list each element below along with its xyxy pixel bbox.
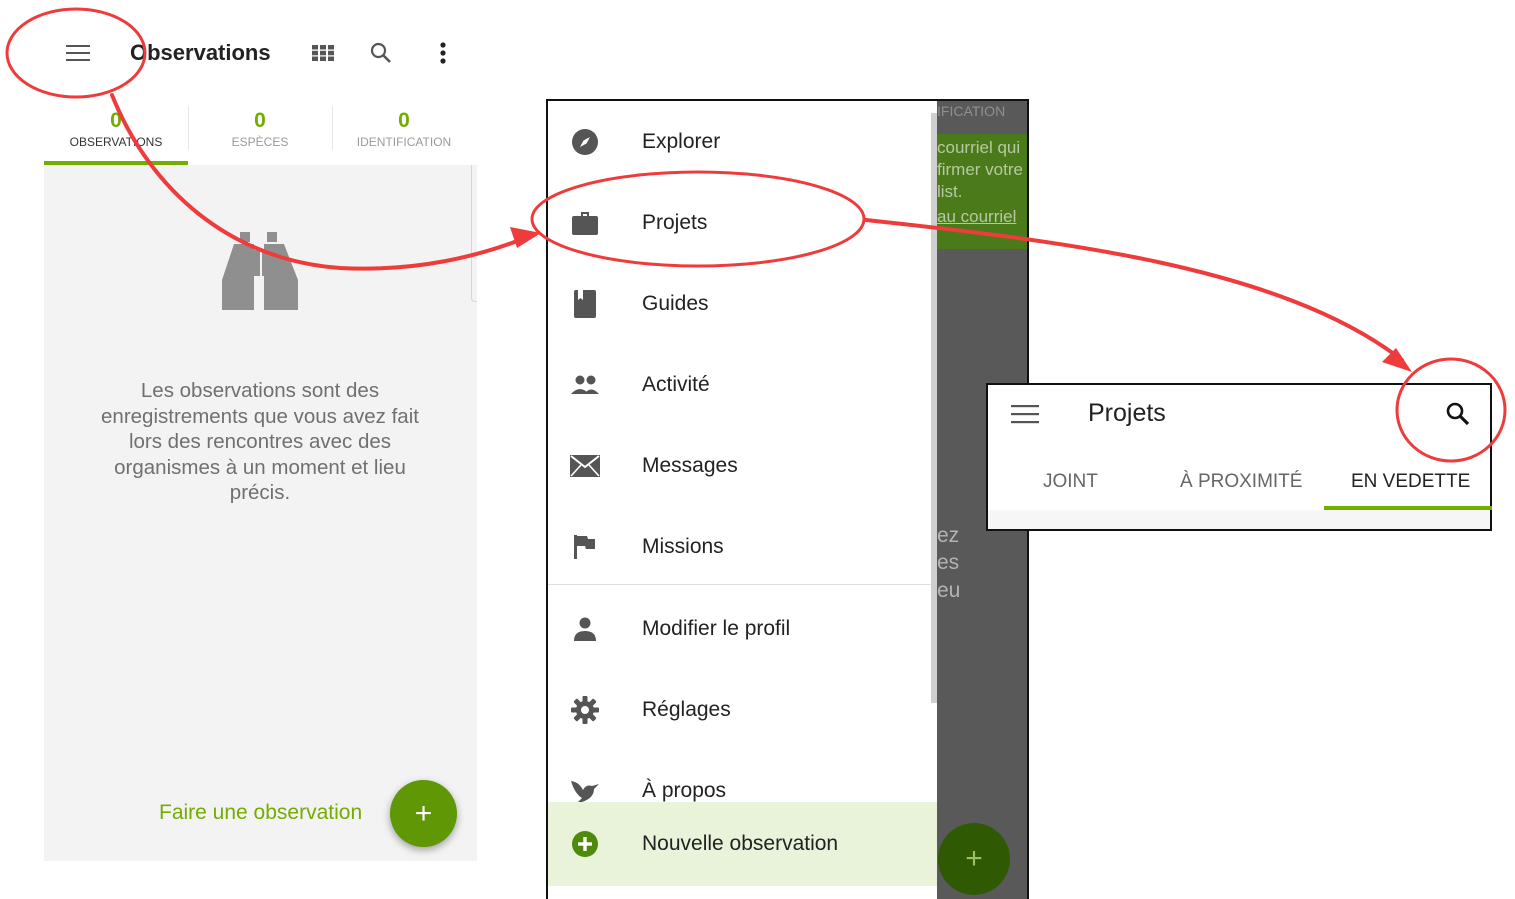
briefcase-icon — [570, 208, 600, 238]
drawer-item-explorer[interactable]: Explorer — [548, 101, 937, 182]
drawer-item-label: Missions — [642, 534, 724, 558]
plus-icon: + — [965, 842, 983, 875]
page-title: Observations — [130, 40, 271, 65]
tab-identification[interactable]: 0 IDENTIFICATION — [332, 104, 476, 164]
plus-icon: + — [414, 796, 433, 830]
drawer-item-guides[interactable]: Guides — [548, 263, 937, 344]
tab-en-vedette[interactable]: EN VEDETTE — [1351, 471, 1470, 493]
drawer-item-projets[interactable]: Projets — [548, 182, 937, 263]
gear-icon — [570, 695, 600, 725]
arrowhead-search — [1382, 348, 1412, 372]
projects-screen: Projets JOINT À PROXIMITÉ EN VEDETTE — [986, 383, 1492, 531]
background-notice-link: au courriel — [937, 207, 1017, 226]
drawer-scrollbar[interactable] — [931, 113, 937, 703]
tab-a-proximite[interactable]: À PROXIMITÉ — [1180, 471, 1302, 493]
drawer-item-label: Modifier le profil — [642, 616, 791, 640]
drawer-item-label: Activité — [642, 372, 710, 396]
make-observation-link[interactable]: Faire une observation — [159, 801, 362, 825]
observations-tab-bar: 0 OBSERVATIONS 0 ESPÈCES 0 IDENTIFICATIO… — [44, 104, 477, 164]
drawer-item-label: À propos — [642, 778, 727, 802]
drawer-item-activite[interactable]: Activité — [548, 344, 937, 425]
tab-joint[interactable]: JOINT — [1043, 471, 1098, 493]
tab-count: 0 — [398, 109, 410, 132]
drawer-item-label: Nouvelle observation — [642, 831, 839, 855]
empty-state-text: Les observations sont des enregistrement… — [101, 379, 419, 504]
tab-label: ESPÈCES — [231, 135, 289, 149]
tab-count: 0 — [110, 109, 122, 132]
search-icon[interactable] — [366, 38, 396, 68]
hamburger-menu-icon[interactable] — [62, 38, 94, 68]
more-vert-icon[interactable] — [432, 38, 454, 68]
background-notice-text: list. — [937, 182, 963, 201]
binoculars-icon — [220, 228, 300, 312]
tab-label: IDENTIFICATION — [356, 135, 452, 149]
tab-especes[interactable]: 0 ESPÈCES — [188, 104, 332, 164]
drawer-item-nouvelle-observation[interactable]: Nouvelle observation — [548, 803, 937, 884]
background-body-text: ez — [937, 524, 960, 547]
mail-icon — [570, 451, 600, 481]
tab-observations[interactable]: 0 OBSERVATIONS — [44, 104, 188, 164]
background-body-text: es — [937, 551, 960, 574]
background-notice-text: firmer votre — [937, 160, 1023, 179]
background-body-text: eu — [937, 579, 961, 602]
search-icon[interactable] — [1443, 399, 1473, 429]
drawer-item-label: Messages — [642, 453, 738, 477]
hamburger-menu-icon[interactable] — [1010, 401, 1040, 427]
tab-label: OBSERVATIONS — [69, 135, 163, 149]
person-icon — [570, 614, 600, 644]
observations-app-bar: Observations — [0, 0, 480, 105]
background-notice-text: courriel qui — [937, 138, 1021, 157]
drawer-item-label: Guides — [642, 291, 709, 315]
navigation-drawer-screen: IFICATION courriel qui firmer votre list… — [546, 99, 1029, 899]
add-circle-icon — [570, 829, 600, 859]
drawer-item-reglages[interactable]: Réglages — [548, 669, 937, 750]
drawer-item-label: Explorer — [642, 129, 721, 153]
add-observation-button[interactable]: + — [390, 780, 457, 847]
compass-icon — [570, 127, 600, 157]
content-area-top — [988, 510, 1490, 529]
tab-count: 0 — [254, 109, 266, 132]
drawer-item-messages[interactable]: Messages — [548, 425, 937, 506]
grid-view-icon[interactable] — [309, 40, 337, 66]
background-tab-label: IFICATION — [937, 103, 1006, 119]
page-title: Projets — [1088, 399, 1166, 427]
drawer-menu: Explorer Projets Guides Activité Message… — [548, 101, 937, 899]
drawer-item-modifier-profil[interactable]: Modifier le profil — [548, 588, 937, 669]
book-icon — [570, 289, 600, 319]
drawer-item-missions[interactable]: Missions — [548, 506, 937, 587]
flag-icon — [570, 532, 600, 562]
people-icon — [570, 370, 600, 400]
scroll-edge — [471, 165, 477, 302]
drawer-divider — [548, 584, 937, 585]
add-observation-button: + — [938, 823, 1010, 895]
drawer-item-label: Projets — [642, 210, 708, 234]
arrowhead-projets — [510, 227, 541, 248]
drawer-item-label: Réglages — [642, 697, 731, 721]
